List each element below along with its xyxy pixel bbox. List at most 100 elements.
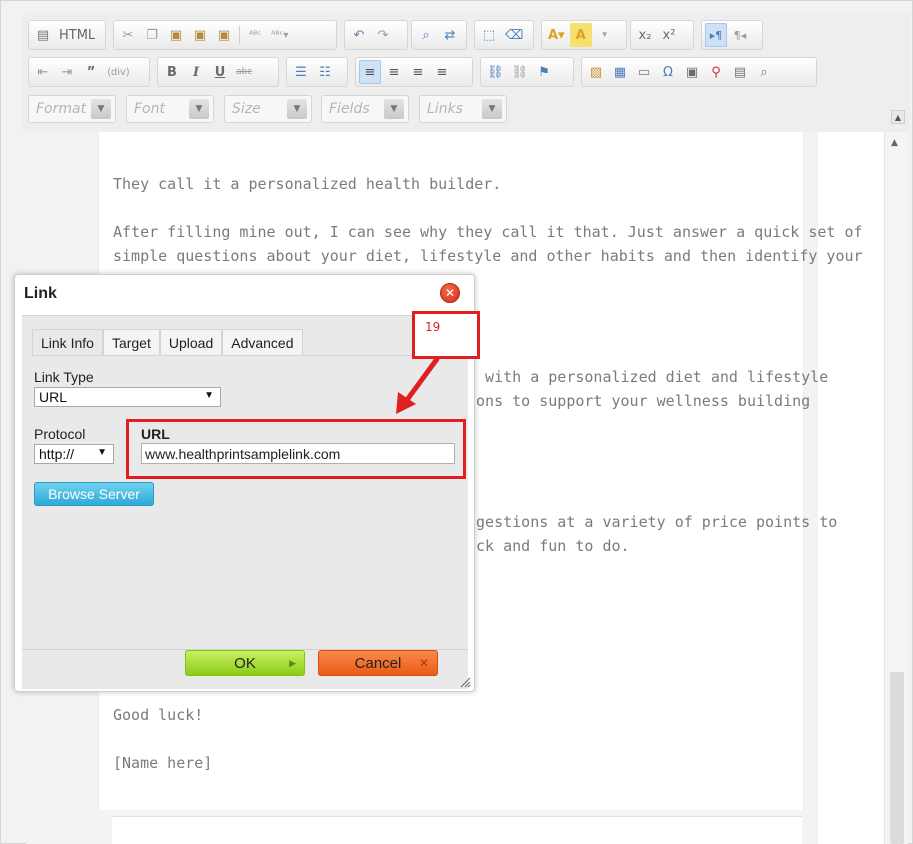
- background-color-dropdown-icon[interactable]: ▾: [594, 23, 616, 47]
- page-break-icon[interactable]: ▤: [729, 60, 751, 84]
- iframe-icon[interactable]: ▣: [681, 60, 703, 84]
- horizontal-rule-icon[interactable]: ▭: [633, 60, 655, 84]
- resize-grip-icon[interactable]: [459, 676, 471, 688]
- numbered-list-icon[interactable]: ☰: [290, 60, 312, 84]
- tab-upload[interactable]: Upload: [159, 329, 223, 355]
- ltr-icon[interactable]: ▸¶: [705, 23, 727, 47]
- align-left-icon[interactable]: ≡: [359, 60, 381, 84]
- browse-server-button[interactable]: Browse Server: [34, 482, 154, 506]
- body-text-line[interactable]: After filling mine out, I can see why th…: [113, 220, 863, 244]
- superscript-button[interactable]: x²: [658, 23, 680, 47]
- align-right-icon[interactable]: ≡: [407, 60, 429, 84]
- step-callout: 19: [412, 311, 480, 359]
- blockquote-icon[interactable]: ”: [80, 60, 102, 84]
- strike-button[interactable]: abc: [233, 60, 255, 84]
- tab-link-info[interactable]: Link Info: [32, 329, 103, 355]
- subscript-button[interactable]: x₂: [634, 23, 656, 47]
- body-text-line[interactable]: [Name here]: [113, 751, 212, 775]
- step-number: 19: [425, 320, 441, 334]
- italic-button[interactable]: I: [185, 60, 207, 84]
- protocol-select[interactable]: http:// ▼: [34, 444, 114, 464]
- special-char-button[interactable]: Ω: [657, 60, 679, 84]
- text-color-icon[interactable]: A▾: [545, 23, 568, 47]
- body-text-line[interactable]: simple questions about your diet, lifest…: [113, 244, 863, 268]
- align-center-icon[interactable]: ≡: [383, 60, 405, 84]
- bulleted-list-icon[interactable]: ☷: [314, 60, 336, 84]
- source-icon[interactable]: ▤: [32, 23, 54, 47]
- spellcheck-dropdown-icon[interactable]: ᴬᴮᶜ▾: [268, 23, 291, 47]
- url-highlight-box: [126, 419, 466, 479]
- table-icon[interactable]: ▦: [609, 60, 631, 84]
- tab-advanced[interactable]: Advanced: [222, 329, 303, 355]
- anchor-flag-icon[interactable]: ⚑: [533, 60, 555, 84]
- spellcheck-icon[interactable]: ᴬᴮᶜ: [244, 23, 266, 47]
- size-combo-label: Size: [232, 101, 261, 117]
- preview-icon[interactable]: ⌕: [753, 60, 775, 84]
- chevron-down-icon: ▼: [91, 99, 111, 119]
- link-icon[interactable]: ⛓: [484, 60, 507, 84]
- cut-icon[interactable]: ✂: [117, 23, 139, 47]
- tab-target[interactable]: Target: [102, 329, 160, 355]
- creatediv-icon[interactable]: ⟨div⟩: [104, 60, 133, 84]
- font-combo-label: Font: [134, 101, 165, 117]
- replace-icon[interactable]: ⇄: [439, 23, 461, 47]
- paste-word-icon[interactable]: ▣: [213, 23, 235, 47]
- cancel-button[interactable]: Cancel ✕: [318, 650, 438, 676]
- body-text-line[interactable]: u with a personalized diet and lifestyle: [467, 365, 828, 389]
- scrollbar-thumb[interactable]: [890, 672, 904, 844]
- body-text-line[interactable]: ggestions at a variety of price points t…: [467, 510, 837, 534]
- toolbar-group-insert: ▨ ▦ ▭ Ω ▣ ⚲ ▤ ⌕: [581, 57, 817, 87]
- html-button[interactable]: HTML: [56, 23, 98, 47]
- chevron-down-icon: ▼: [384, 99, 404, 119]
- toolbar-group-source: ▤ HTML: [28, 20, 106, 50]
- vertical-scrollbar[interactable]: ▲: [884, 132, 908, 844]
- close-x-icon: ✕: [418, 656, 429, 670]
- body-text-line[interactable]: Good luck!: [113, 703, 203, 727]
- paste-text-icon[interactable]: ▣: [189, 23, 211, 47]
- paste-icon[interactable]: ▣: [165, 23, 187, 47]
- toolbar-group-clipboard: ✂ ❐ ▣ ▣ ▣ ᴬᴮᶜ ᴬᴮᶜ▾: [113, 20, 337, 50]
- underline-button[interactable]: U: [209, 60, 231, 84]
- rtl-icon[interactable]: ¶◂: [729, 23, 751, 47]
- toolbar-group-direction: ▸¶ ¶◂: [701, 20, 763, 50]
- redo-icon[interactable]: ↷: [372, 23, 394, 47]
- unlink-icon[interactable]: ⛓: [509, 60, 532, 84]
- undo-icon[interactable]: ↶: [348, 23, 370, 47]
- format-combo[interactable]: Format ▼: [28, 95, 116, 123]
- indent-icon[interactable]: ⇥: [56, 60, 78, 84]
- tab-divider: [32, 355, 458, 356]
- body-text-line[interactable]: ick and fun to do.: [467, 534, 630, 558]
- bold-button[interactable]: B: [161, 60, 183, 84]
- toolbar-group-history: ↶ ↷: [344, 20, 408, 50]
- body-text-line[interactable]: ions to support your wellness building: [467, 389, 810, 413]
- close-icon[interactable]: ✕: [440, 283, 460, 303]
- align-justify-icon[interactable]: ≡: [431, 60, 453, 84]
- format-combo-label: Format: [36, 101, 87, 117]
- dialog-tabs: Link Info Target Upload Advanced: [32, 329, 303, 355]
- scroll-up-icon[interactable]: ▲: [891, 138, 898, 148]
- collapse-toolbar-icon[interactable]: ▲: [891, 110, 905, 124]
- link-type-label: Link Type: [34, 369, 94, 385]
- size-combo[interactable]: Size ▼: [224, 95, 312, 123]
- map-pin-icon[interactable]: ⚲: [705, 60, 727, 84]
- chevron-down-icon: ▼: [482, 99, 502, 119]
- editor-page-next[interactable]: [112, 816, 802, 844]
- dialog-footer: OK ▶ Cancel ✕: [22, 649, 468, 689]
- find-icon[interactable]: ⌕: [415, 23, 437, 47]
- select-all-icon[interactable]: ⬚: [478, 23, 500, 47]
- chevron-down-icon: ▼: [204, 390, 214, 401]
- ok-button[interactable]: OK ▶: [185, 650, 305, 676]
- links-combo[interactable]: Links ▼: [419, 95, 507, 123]
- outdent-icon[interactable]: ⇤: [32, 60, 54, 84]
- image-icon[interactable]: ▨: [585, 60, 607, 84]
- copy-icon[interactable]: ❐: [141, 23, 163, 47]
- toolbar-group-indent: ⇤ ⇥ ” ⟨div⟩: [28, 57, 150, 87]
- fields-combo[interactable]: Fields ▼: [321, 95, 409, 123]
- eraser-icon[interactable]: ⌫: [502, 23, 526, 47]
- background-color-icon[interactable]: A: [569, 23, 592, 47]
- link-type-select[interactable]: URL ▼: [34, 387, 221, 407]
- chevron-down-icon: ▼: [287, 99, 307, 119]
- font-combo[interactable]: Font ▼: [126, 95, 214, 123]
- body-text-line[interactable]: They call it a personalized health build…: [113, 172, 501, 196]
- chevron-down-icon: ▼: [97, 447, 107, 458]
